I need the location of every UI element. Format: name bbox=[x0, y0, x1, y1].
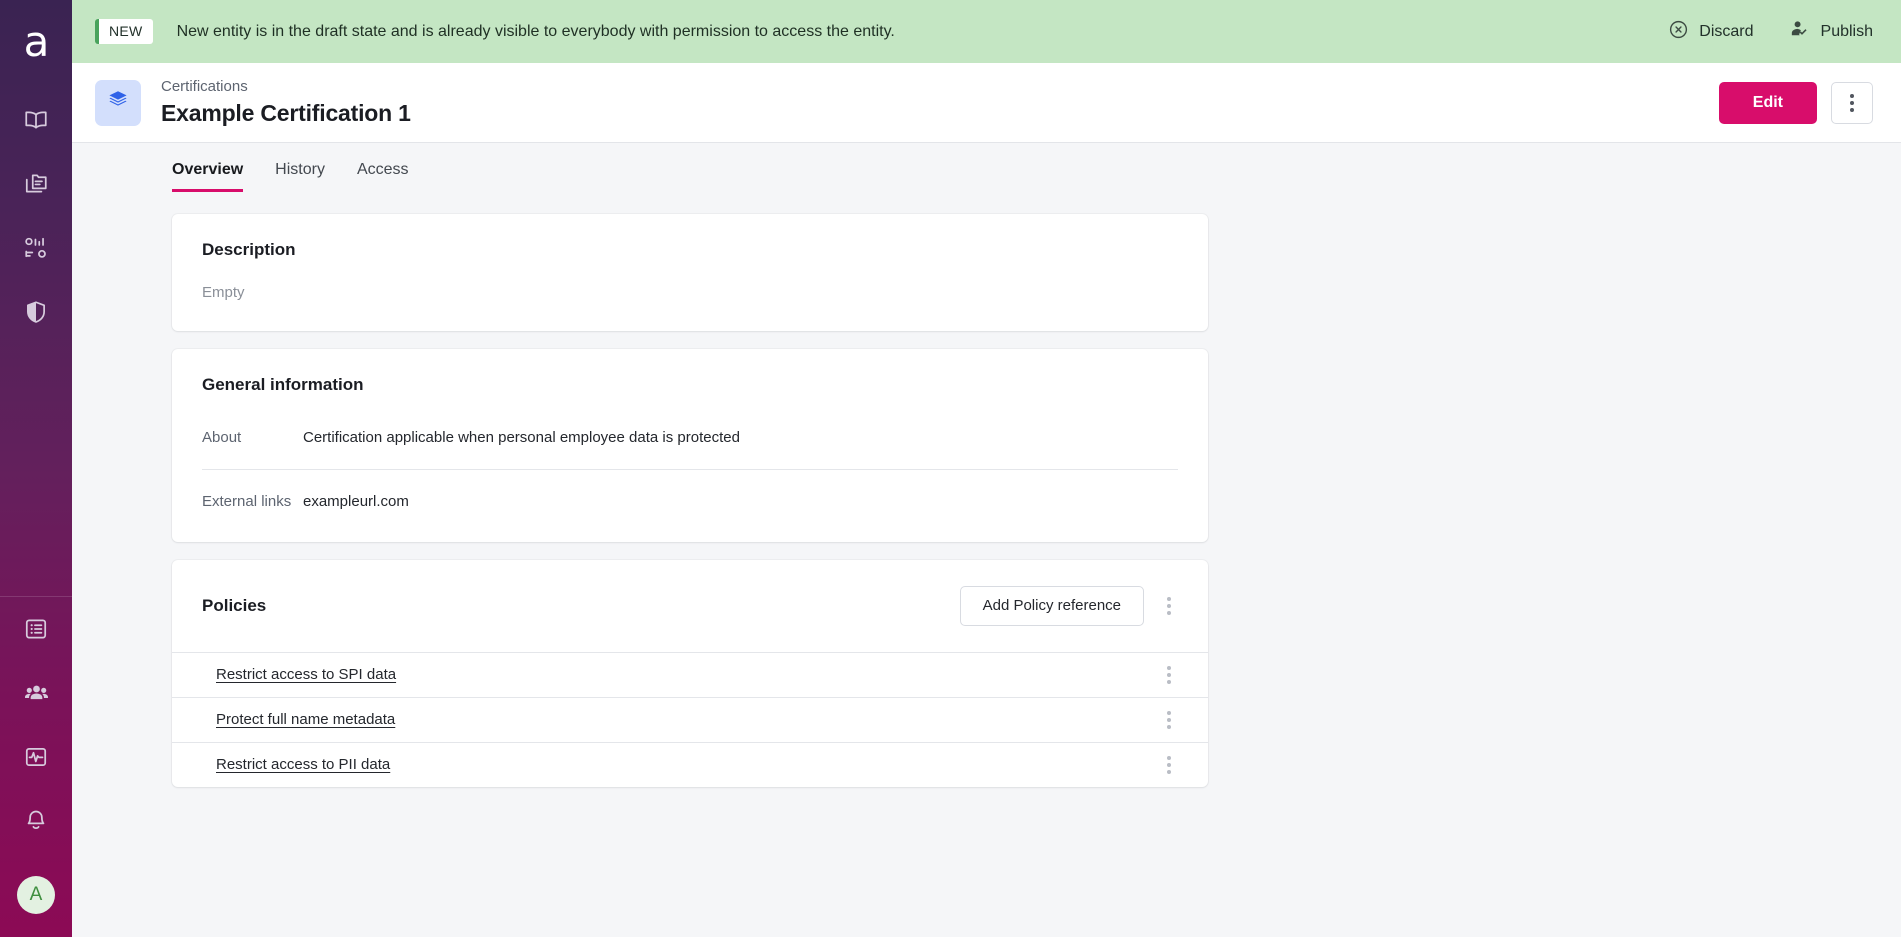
policy-row: Restrict access to PII data bbox=[172, 741, 1208, 787]
discard-button[interactable]: Discard bbox=[1668, 19, 1754, 45]
policy-link[interactable]: Protect full name metadata bbox=[216, 711, 395, 728]
page-header: Certifications Example Certification 1 E… bbox=[72, 63, 1901, 143]
sidebar-item-governance[interactable] bbox=[0, 280, 72, 344]
header-actions: Edit bbox=[1718, 81, 1873, 124]
general-information-title: General information bbox=[202, 375, 364, 395]
policy-row-more-button[interactable] bbox=[1152, 703, 1186, 737]
draft-state-banner: NEW New entity is in the draft state and… bbox=[72, 0, 1901, 63]
tab-access[interactable]: Access bbox=[357, 160, 409, 192]
description-card: Description Empty bbox=[172, 214, 1208, 332]
policy-link[interactable]: Restrict access to SPI data bbox=[216, 666, 396, 683]
publish-label: Publish bbox=[1820, 22, 1873, 40]
policy-row-more-button[interactable] bbox=[1152, 658, 1186, 692]
policy-row: Protect full name metadata bbox=[172, 696, 1208, 742]
description-value: Empty bbox=[202, 284, 245, 302]
policy-row-more-button[interactable] bbox=[1152, 748, 1186, 782]
kebab-menu-icon bbox=[1167, 710, 1171, 729]
banner-message: New entity is in the draft state and is … bbox=[176, 22, 895, 40]
page-title: Example Certification 1 bbox=[161, 99, 411, 126]
list-icon bbox=[23, 616, 49, 642]
info-value[interactable]: exampleurl.com bbox=[303, 492, 409, 512]
discard-label: Discard bbox=[1699, 22, 1754, 40]
kebab-menu-icon bbox=[1850, 93, 1854, 112]
breadcrumb[interactable]: Certifications bbox=[161, 78, 411, 96]
policies-header: Policies Add Policy reference bbox=[172, 560, 1208, 652]
policies-card: Policies Add Policy reference Restrict a… bbox=[172, 559, 1208, 787]
policy-row: Restrict access to SPI data bbox=[172, 651, 1208, 697]
add-policy-reference-button[interactable]: Add Policy reference bbox=[959, 585, 1144, 626]
sidebar-item-data-products[interactable] bbox=[0, 216, 72, 280]
kebab-menu-icon bbox=[1167, 596, 1171, 615]
avatar-container: A bbox=[0, 853, 72, 937]
info-label: External links bbox=[202, 493, 292, 511]
sidebar-item-glossary[interactable] bbox=[0, 88, 72, 152]
publish-icon bbox=[1788, 18, 1811, 46]
shield-icon bbox=[23, 299, 49, 325]
left-sidebar: a A bbox=[0, 0, 72, 937]
discard-icon bbox=[1668, 19, 1689, 45]
bell-icon bbox=[23, 808, 49, 834]
dashboard-icon bbox=[23, 235, 49, 261]
status-badge: NEW bbox=[95, 18, 153, 45]
info-row-external-links: External links exampleurl.com bbox=[202, 469, 1178, 534]
banner-actions: Discard Publish bbox=[1668, 18, 1873, 46]
people-icon bbox=[23, 680, 50, 707]
sidebar-item-notifications[interactable] bbox=[0, 789, 72, 853]
tab-history[interactable]: History bbox=[275, 160, 325, 192]
publish-button[interactable]: Publish bbox=[1788, 18, 1873, 46]
overview-content: Description Empty General information Ab… bbox=[72, 192, 1901, 937]
general-information-rows: About Certification applicable when pers… bbox=[202, 428, 1178, 534]
sidebar-item-users[interactable] bbox=[0, 661, 72, 725]
policies-title: Policies bbox=[202, 595, 267, 615]
policies-more-button[interactable] bbox=[1152, 589, 1186, 623]
kebab-menu-icon bbox=[1167, 755, 1171, 774]
avatar[interactable]: A bbox=[17, 876, 55, 914]
sidebar-item-monitoring[interactable] bbox=[0, 725, 72, 789]
info-row-about: About Certification applicable when pers… bbox=[202, 428, 1178, 470]
tab-bar: Overview History Access bbox=[72, 143, 1901, 192]
app-logo[interactable]: a bbox=[0, 0, 72, 88]
layers-icon bbox=[106, 88, 130, 117]
sidebar-item-catalog[interactable] bbox=[0, 152, 72, 216]
folder-copy-icon bbox=[23, 171, 49, 197]
description-title: Description bbox=[202, 240, 296, 259]
sidebar-top-nav bbox=[0, 88, 72, 344]
book-icon bbox=[23, 107, 49, 133]
header-more-button[interactable] bbox=[1831, 81, 1873, 124]
info-value: Certification applicable when personal e… bbox=[303, 428, 740, 446]
monitoring-icon bbox=[23, 744, 49, 770]
header-titles: Certifications Example Certification 1 bbox=[161, 78, 411, 127]
sidebar-item-tasks[interactable] bbox=[0, 597, 72, 661]
entity-type-icon-container bbox=[95, 79, 141, 126]
tab-overview[interactable]: Overview bbox=[172, 160, 244, 192]
main-area: NEW New entity is in the draft state and… bbox=[72, 0, 1901, 937]
avatar-initial: A bbox=[29, 884, 43, 905]
edit-button[interactable]: Edit bbox=[1718, 81, 1817, 124]
sidebar-bottom-nav bbox=[0, 597, 72, 853]
general-information-card: General information About Certification … bbox=[172, 349, 1208, 542]
app-logo-text: a bbox=[23, 17, 50, 66]
kebab-menu-icon bbox=[1167, 665, 1171, 684]
info-label: About bbox=[202, 428, 242, 446]
policy-link[interactable]: Restrict access to PII data bbox=[216, 756, 390, 773]
